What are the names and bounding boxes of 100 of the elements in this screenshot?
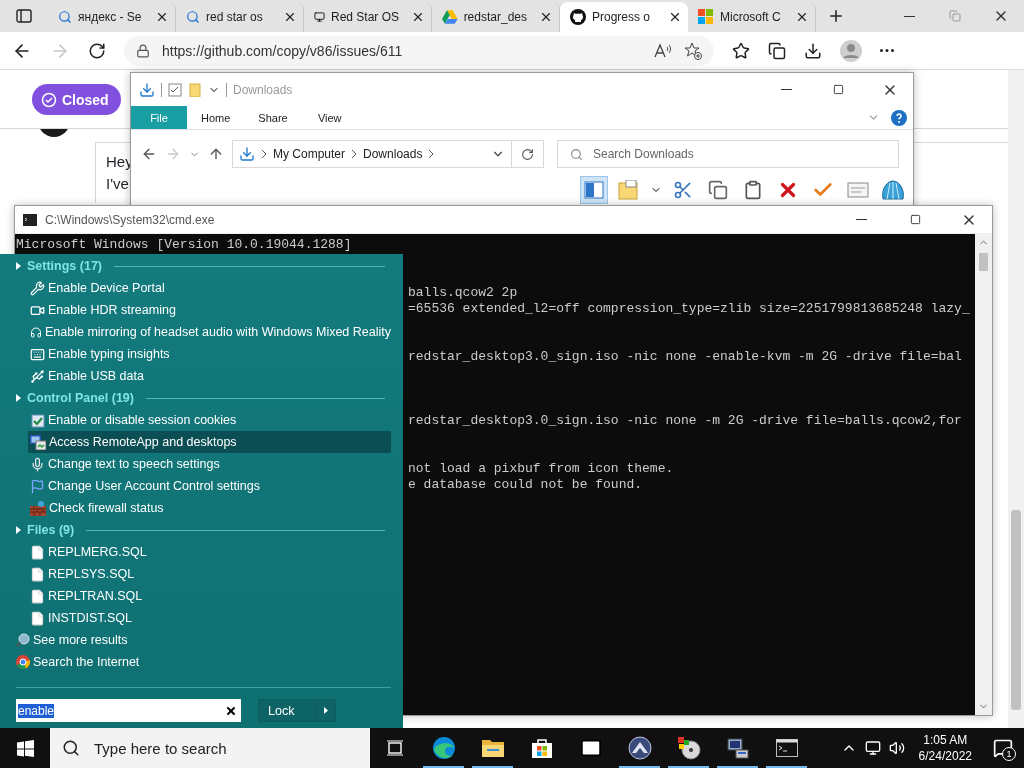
search-icon: [62, 739, 80, 757]
close-tab-button[interactable]: [155, 10, 169, 24]
star-plus-icon: [684, 41, 702, 60]
collections-button[interactable]: [768, 41, 786, 60]
file-icon: [30, 566, 45, 582]
folder-icon: [480, 738, 505, 758]
close-icon: [283, 10, 297, 24]
scroll-thumb[interactable]: [979, 253, 988, 271]
console-scrollbar[interactable]: [975, 234, 992, 715]
more-button[interactable]: [880, 49, 894, 52]
closed-badge: Closed: [32, 84, 121, 115]
browser-tab[interactable]: Progress o: [560, 2, 688, 32]
search-result-item[interactable]: Enable or disable session cookies: [28, 409, 391, 431]
collections-icon: [768, 41, 786, 60]
more-icon: [880, 49, 894, 52]
search-result-item[interactable]: Enable mirroring of headset audio with Windows Mixed Reality: [28, 321, 391, 343]
ribbon-tab[interactable]: View: [301, 106, 358, 129]
swirl-circle-icon: [431, 736, 456, 760]
task-view-icon: [385, 740, 404, 756]
usb-icon: [30, 368, 45, 384]
search-result-item[interactable]: Access RemoteApp and desktops: [28, 431, 391, 453]
plus-icon: [827, 7, 845, 25]
monitor-icon: [314, 9, 325, 25]
comment-text: I've: [106, 174, 129, 194]
search-result-item[interactable]: Change User Account Control settings: [28, 475, 391, 497]
refresh-button[interactable]: [88, 41, 106, 60]
close-icon: [539, 10, 553, 24]
lock-button[interactable]: Lock: [258, 699, 316, 722]
headset-icon: [30, 324, 42, 340]
group-header[interactable]: Control Panel (19): [27, 391, 134, 405]
cat-silhouette-icon: [570, 9, 586, 25]
close-tab-button[interactable]: [668, 10, 682, 24]
expand-triangle-icon: [16, 394, 21, 402]
search-result-item[interactable]: REPLTRAN.SQL: [28, 585, 391, 607]
close-tab-button[interactable]: [283, 10, 297, 24]
console-line: e database could not be found.: [408, 477, 643, 493]
file-icon: [30, 588, 45, 604]
terminal-icon: [775, 739, 798, 757]
preview-pane-button[interactable]: [580, 176, 608, 204]
address-bar[interactable]: My Computer Downloads: [232, 140, 512, 168]
search-field[interactable]: enable: [16, 699, 241, 722]
clock[interactable]: 1:05 AM 6/24/2022: [912, 732, 978, 764]
search-result-item[interactable]: Change text to speech settings: [28, 453, 391, 475]
mountain-badge-icon: [627, 736, 652, 760]
search-field[interactable]: Search Downloads: [557, 140, 899, 168]
search-result-item[interactable]: Enable typing insights: [28, 343, 391, 365]
power-options-button[interactable]: [316, 699, 336, 722]
taskbar-search-field[interactable]: Type here to search: [50, 728, 370, 768]
search-result-item[interactable]: REPLSYS.SQL: [28, 563, 391, 585]
download-icon: [804, 41, 822, 60]
caret-right-icon: [323, 707, 328, 714]
ribbon-tab[interactable]: Share: [244, 106, 302, 129]
tab-actions-icon: [16, 8, 32, 24]
refresh-icon: [88, 41, 106, 60]
minimize-icon: [903, 15, 915, 17]
group-header[interactable]: Files (9): [27, 523, 75, 537]
ribbon-tab[interactable]: Home: [187, 106, 245, 129]
search-result-item[interactable]: REPLMERG.SQL: [28, 541, 391, 563]
clipboard-icon: [743, 180, 763, 200]
envelope-icon: [579, 737, 602, 759]
volume-button[interactable]: [888, 740, 905, 756]
minimize-icon: [855, 219, 867, 220]
clear-button[interactable]: [225, 704, 237, 717]
avatar-icon: [840, 39, 862, 62]
close-tab-button[interactable]: [795, 10, 809, 24]
scissors-icon: [673, 180, 693, 200]
search-result-item[interactable]: Enable USB data: [28, 365, 391, 387]
search-result-item[interactable]: Enable Device Portal: [28, 277, 391, 299]
profile-button[interactable]: [840, 39, 862, 62]
close-icon: [795, 10, 809, 24]
downloads-button[interactable]: [804, 41, 822, 60]
search-result-item[interactable]: Enable HDR streaming: [28, 299, 391, 321]
checked-document-icon: [30, 412, 45, 428]
menu-link[interactable]: Search the Internet: [16, 651, 391, 673]
notifications-button[interactable]: 1: [986, 728, 1020, 768]
search-result-item[interactable]: INSTDIST.SQL: [28, 607, 391, 629]
network-button[interactable]: [864, 740, 881, 756]
disc-icon: [676, 736, 701, 760]
up-button[interactable]: [208, 146, 224, 162]
favorites-button[interactable]: [732, 41, 750, 60]
close-tab-button[interactable]: [539, 10, 553, 24]
close-icon: [668, 10, 682, 24]
address-field[interactable]: https://github.com/copy/v86/issues/611: [124, 35, 714, 66]
breadcrumb-item[interactable]: My Computer: [273, 147, 346, 161]
back-button[interactable]: [141, 146, 157, 162]
tab-actions-button[interactable]: [16, 8, 32, 24]
file-icon: [30, 610, 45, 626]
copy-icon: [708, 180, 728, 200]
minimize-icon: [780, 89, 792, 90]
ribbon-tab[interactable]: File: [131, 106, 187, 129]
page-scrollbar[interactable]: [1008, 70, 1024, 728]
close-tab-button[interactable]: [411, 10, 425, 24]
scroll-thumb[interactable]: [1011, 510, 1021, 710]
search-result-item[interactable]: Check firewall status: [28, 497, 391, 519]
console-line: Microsoft Windows [Version 10.0.19044.1288]: [16, 237, 352, 253]
breadcrumb-item[interactable]: Downloads: [363, 147, 423, 161]
group-header[interactable]: Settings (17): [27, 259, 102, 273]
magnifier-icon: [16, 633, 30, 647]
squares-logo-icon: [698, 9, 714, 25]
menu-link[interactable]: See more results: [16, 629, 391, 651]
